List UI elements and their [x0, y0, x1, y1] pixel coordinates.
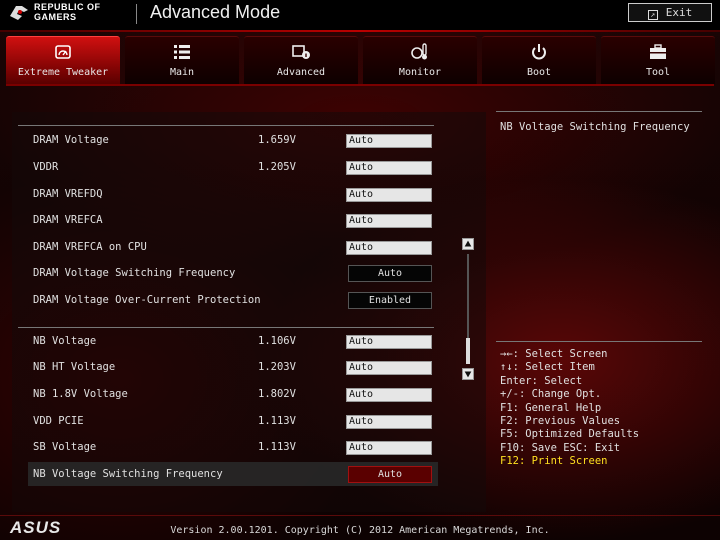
setting-label: NB Voltage Switching Frequency	[33, 468, 223, 480]
key-optimized-defaults: F5: Optimized Defaults	[500, 428, 640, 441]
toolbox-icon	[650, 44, 666, 59]
page-title: Advanced Mode	[150, 2, 281, 22]
tab-label: Main	[169, 67, 195, 78]
tab-main[interactable]: Main	[125, 36, 239, 84]
setting-input[interactable]: Auto	[346, 161, 432, 175]
setting-input[interactable]: Auto	[346, 388, 432, 402]
setting-label: VDD PCIE	[33, 415, 84, 427]
setting-row-sb-voltage[interactable]: SB Voltage 1.113V Auto	[28, 435, 438, 459]
setting-row-dram-vrefdq[interactable]: DRAM VREFDQ Auto	[28, 182, 438, 206]
setting-label: DRAM VREFCA on CPU	[33, 241, 147, 253]
power-icon	[532, 44, 546, 60]
key-previous-values: F2: Previous Values	[500, 415, 621, 428]
tab-underline	[6, 84, 714, 86]
setting-value: 1.802V	[258, 388, 296, 400]
setting-label: NB HT Voltage	[33, 361, 116, 373]
setting-input[interactable]: Auto	[346, 241, 432, 255]
version-text: Version 2.00.1201. Copyright (C) 2012 Am…	[170, 525, 550, 536]
scroll-down-arrow-icon[interactable]	[462, 368, 474, 380]
setting-select[interactable]: Auto	[348, 265, 432, 282]
setting-label: DRAM VREFCA	[33, 214, 103, 226]
gauge-icon	[55, 45, 71, 59]
setting-label: NB Voltage	[33, 335, 97, 347]
panel-divider-top	[18, 125, 434, 126]
setting-row-nb-voltage[interactable]: NB Voltage 1.106V Auto	[28, 329, 438, 353]
setting-row-dram-switching-frequency[interactable]: DRAM Voltage Switching Frequency Auto	[28, 261, 438, 285]
exit-icon: ↗	[647, 10, 658, 20]
setting-input[interactable]: Auto	[346, 441, 432, 455]
setting-label: DRAM Voltage Switching Frequency	[33, 267, 236, 279]
setting-input[interactable]: Auto	[346, 134, 432, 148]
list-icon	[174, 45, 190, 59]
header-divider	[136, 4, 137, 24]
help-divider-mid	[496, 341, 702, 342]
key-select-screen: →←: Select Screen	[500, 348, 608, 360]
setting-value: 1.203V	[258, 361, 296, 373]
key-legend: →←: Select Screen ↑↓: Select Item Enter:…	[500, 348, 710, 469]
key-change-opt: +/-: Change Opt.	[500, 388, 602, 401]
exit-button[interactable]: ↗ Exit	[628, 3, 712, 22]
setting-input[interactable]: Auto	[346, 214, 432, 228]
chip-info-icon	[292, 45, 310, 59]
group-divider	[18, 327, 434, 328]
key-save-exit: F10: Save ESC: Exit	[500, 441, 621, 454]
tab-extreme-tweaker[interactable]: Extreme Tweaker	[6, 36, 120, 84]
key-print-screen: F12: Print Screen	[500, 455, 608, 468]
setting-label: DRAM Voltage Over-Current Protection	[33, 294, 261, 306]
brand-line-2: GAMERS	[34, 12, 77, 22]
key-enter: Enter: Select	[500, 374, 583, 387]
help-divider-top	[496, 111, 702, 112]
tab-label: Monitor	[398, 67, 442, 78]
tab-tool[interactable]: Tool	[601, 36, 715, 84]
tab-label: Extreme Tweaker	[17, 67, 109, 78]
tab-label: Tool	[645, 67, 671, 78]
tab-bar: Extreme Tweaker Main Advanced Monitor Bo…	[6, 36, 715, 84]
setting-value: 1.113V	[258, 441, 296, 453]
setting-row-dram-vrefca[interactable]: DRAM VREFCA Auto	[28, 208, 438, 232]
brand-line-1: REPUBLIC OF	[34, 2, 101, 12]
setting-row-dram-voltage[interactable]: DRAM Voltage 1.659V Auto	[28, 128, 438, 152]
setting-row-nb-switching-frequency[interactable]: NB Voltage Switching Frequency Auto	[28, 462, 438, 486]
setting-row-nb-ht-voltage[interactable]: NB HT Voltage 1.203V Auto	[28, 355, 438, 379]
setting-row-dram-vrefca-cpu[interactable]: DRAM VREFCA on CPU Auto	[28, 235, 438, 259]
header-accent-line	[0, 30, 720, 32]
setting-select[interactable]: Auto	[348, 466, 432, 483]
tab-boot[interactable]: Boot	[482, 36, 596, 84]
setting-label: DRAM Voltage	[33, 134, 109, 146]
setting-value: 1.106V	[258, 335, 296, 347]
header-bar: REPUBLIC OF GAMERS Advanced Mode ↗ Exit	[0, 0, 720, 30]
setting-row-nb-18v-voltage[interactable]: NB 1.8V Voltage 1.802V Auto	[28, 382, 438, 406]
rog-logo-icon	[10, 6, 28, 20]
tab-monitor[interactable]: Monitor	[363, 36, 477, 84]
scroll-up-arrow-icon[interactable]	[462, 238, 474, 250]
tab-advanced[interactable]: Advanced	[244, 36, 358, 84]
setting-value: 1.113V	[258, 415, 296, 427]
setting-label: VDDR	[33, 161, 59, 173]
help-description: NB Voltage Switching Frequency	[500, 121, 690, 133]
setting-row-vddr[interactable]: VDDR 1.205V Auto	[28, 155, 438, 179]
scrollbar-thumb[interactable]	[466, 338, 470, 364]
setting-input[interactable]: Auto	[346, 188, 432, 202]
thermometer-icon	[411, 43, 427, 60]
tab-label: Advanced	[276, 67, 326, 78]
key-select-item: ↑↓: Select Item	[500, 361, 595, 374]
setting-input[interactable]: Auto	[346, 415, 432, 429]
setting-input[interactable]: Auto	[346, 361, 432, 375]
setting-input[interactable]: Auto	[346, 335, 432, 349]
brand-text: REPUBLIC OF GAMERS	[34, 2, 101, 22]
setting-select[interactable]: Enabled	[348, 292, 432, 309]
setting-label: DRAM VREFDQ	[33, 188, 103, 200]
setting-label: NB 1.8V Voltage	[33, 388, 128, 400]
exit-label: Exit	[665, 6, 693, 19]
footer-divider	[0, 515, 720, 516]
setting-value: 1.659V	[258, 134, 296, 146]
tab-label: Boot	[526, 67, 552, 78]
setting-row-vdd-pcie[interactable]: VDD PCIE 1.113V Auto	[28, 409, 438, 433]
setting-label: SB Voltage	[33, 441, 97, 453]
key-general-help: F1: General Help	[500, 401, 602, 414]
setting-row-dram-ocp[interactable]: DRAM Voltage Over-Current Protection Ena…	[28, 288, 438, 312]
setting-value: 1.205V	[258, 161, 296, 173]
